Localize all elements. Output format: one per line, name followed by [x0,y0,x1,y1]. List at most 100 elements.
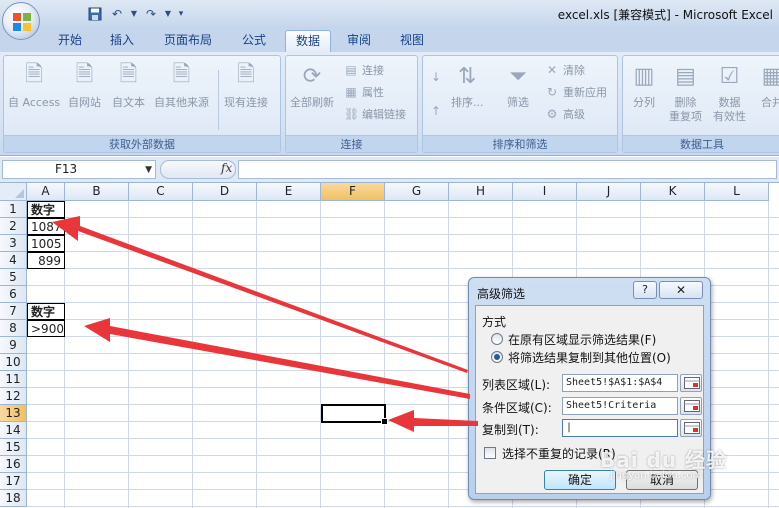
radio-filter-in-place[interactable] [491,333,503,345]
label-filter-in-place[interactable]: 在原有区域显示筛选结果(F) [508,331,656,348]
label-unique-records[interactable]: 选择不重复的记录(R) [502,445,616,462]
from-web-button[interactable]: 🗎 自网站 [68,60,101,110]
cell-a1[interactable]: 数字 [27,201,65,218]
sort-descending-button[interactable]: ↑ [429,104,443,118]
cell-a4[interactable]: 899 [27,252,65,269]
row-header-12[interactable]: 12 [0,388,27,405]
name-box-dropdown-icon[interactable]: ▼ [145,162,152,179]
tab-page-layout[interactable]: 页面布局 [154,30,222,52]
data-validation-button[interactable]: ☑ 数据 有效性 [713,60,746,124]
tab-home[interactable]: 开始 [48,30,92,52]
criteria-range-collapse-button[interactable] [680,397,702,415]
column-header-a[interactable]: A [27,183,65,201]
row-header-7[interactable]: 7 [0,303,27,320]
redo-dropdown-icon[interactable]: ▼ [164,5,172,22]
gridline [27,506,779,507]
active-cell-f13[interactable] [321,404,388,425]
group-label-get-external-data: 获取外部数据 [4,135,280,152]
office-button[interactable] [2,2,40,40]
save-icon[interactable] [86,5,104,22]
row-header-18[interactable]: 18 [0,490,27,507]
group-label-connections: 连接 [286,135,417,152]
tab-formulas[interactable]: 公式 [232,30,276,52]
row-header-1[interactable]: 1 [0,201,27,218]
column-header-b[interactable]: B [65,183,129,201]
row-header-16[interactable]: 16 [0,456,27,473]
criteria-range-input[interactable]: Sheet5!Criteria [562,397,678,415]
insert-function-button[interactable]: fx [221,161,232,175]
row-header-9[interactable]: 9 [0,337,27,354]
refresh-all-button[interactable]: ⟳ 全部刷新 [290,60,334,110]
ok-button[interactable]: 确定 [544,470,616,490]
existing-connections-button[interactable]: 🗎 现有连接 [224,60,268,110]
row-header-6[interactable]: 6 [0,286,27,303]
properties-button[interactable]: ▦ 属性 [344,84,384,100]
cell-a3[interactable]: 1005 [27,235,65,252]
undo-icon[interactable]: ↶ [108,5,126,22]
list-range-collapse-button[interactable] [680,374,702,392]
column-header-i[interactable]: I [513,183,577,201]
reapply-button[interactable]: ↻ 重新应用 [545,84,607,100]
column-header-l[interactable]: L [705,183,769,201]
from-other-sources-button[interactable]: 🗎 自其他来源 [154,60,209,110]
column-header-f[interactable]: F [321,183,385,201]
row-header-15[interactable]: 15 [0,439,27,456]
close-button[interactable]: ✕ [659,281,703,299]
row-header-8[interactable]: 8 [0,320,27,337]
cell-a2[interactable]: 1087 [27,218,65,235]
column-header-k[interactable]: K [641,183,705,201]
row-header-13[interactable]: 13 [0,405,27,422]
gridline [128,201,129,508]
row-header-11[interactable]: 11 [0,371,27,388]
select-all-button[interactable] [0,183,27,201]
clear-filter-button[interactable]: ✕ 清除 [545,62,585,78]
row-header-4[interactable]: 4 [0,252,27,269]
quick-access-toolbar: ↶ ▼ ↷ ▼ ▾ [46,5,186,22]
help-button[interactable]: ? [633,281,657,299]
filter-button[interactable]: ⏷ 筛选 [503,60,533,110]
text-to-columns-button[interactable]: ▥ 分列 [629,60,659,110]
column-header-e[interactable]: E [257,183,321,201]
row-header-14[interactable]: 14 [0,422,27,439]
sort-ascending-button[interactable]: ↓ [429,70,443,84]
remove-duplicates-button[interactable]: ▤ 删除 重复项 [669,60,702,124]
advanced-filter-button[interactable]: ⚙ 高级 [545,106,585,122]
column-header-j[interactable]: J [577,183,641,201]
tab-view[interactable]: 视图 [390,30,434,52]
tab-insert[interactable]: 插入 [100,30,144,52]
column-header-c[interactable]: C [129,183,193,201]
name-box[interactable]: F13 ▼ [2,160,156,179]
cell-a8[interactable]: >900 [27,320,65,337]
row-header-2[interactable]: 2 [0,218,27,235]
gridline [256,201,257,508]
copy-to-collapse-button[interactable] [680,419,702,437]
tab-review[interactable]: 审阅 [337,30,381,52]
ribbon-tab-bar: 开始 插入 页面布局 公式 数据 审阅 视图 [0,28,779,52]
column-header-g[interactable]: G [385,183,449,201]
customize-toolbar-icon[interactable]: ▾ [176,5,186,22]
title-bar: ↶ ▼ ↷ ▼ ▾ excel.xls [兼容模式] - Microsoft E… [0,0,779,28]
sort-button[interactable]: ⇅ 排序... [451,60,484,110]
row-header-10[interactable]: 10 [0,354,27,371]
cell-a7[interactable]: 数字 [27,303,65,320]
formula-input[interactable] [238,160,777,179]
row-header-17[interactable]: 17 [0,473,27,490]
column-header-d[interactable]: D [193,183,257,201]
column-header-h[interactable]: H [449,183,513,201]
edit-links-button[interactable]: ⛓ 编辑链接 [344,106,406,122]
row-header-5[interactable]: 5 [0,269,27,286]
redo-icon[interactable]: ↷ [142,5,160,22]
gridline [320,201,321,508]
list-range-input[interactable]: Sheet5!$A$1:$A$4 [562,374,678,392]
consolidate-button[interactable]: ▦ 合并 [757,60,779,110]
tab-data[interactable]: 数据 [285,30,332,52]
row-header-3[interactable]: 3 [0,235,27,252]
connections-button[interactable]: ▤ 连接 [344,62,384,78]
radio-copy-to-location[interactable] [491,351,503,363]
from-access-button[interactable]: 🗎 自 Access [8,60,60,110]
label-copy-to-location[interactable]: 将筛选结果复制到其他位置(O) [508,349,671,366]
from-text-button[interactable]: 🗎 自文本 [112,60,145,110]
unique-records-checkbox[interactable] [484,447,496,459]
copy-to-input[interactable]: | [562,419,678,437]
undo-dropdown-icon[interactable]: ▼ [130,5,138,22]
